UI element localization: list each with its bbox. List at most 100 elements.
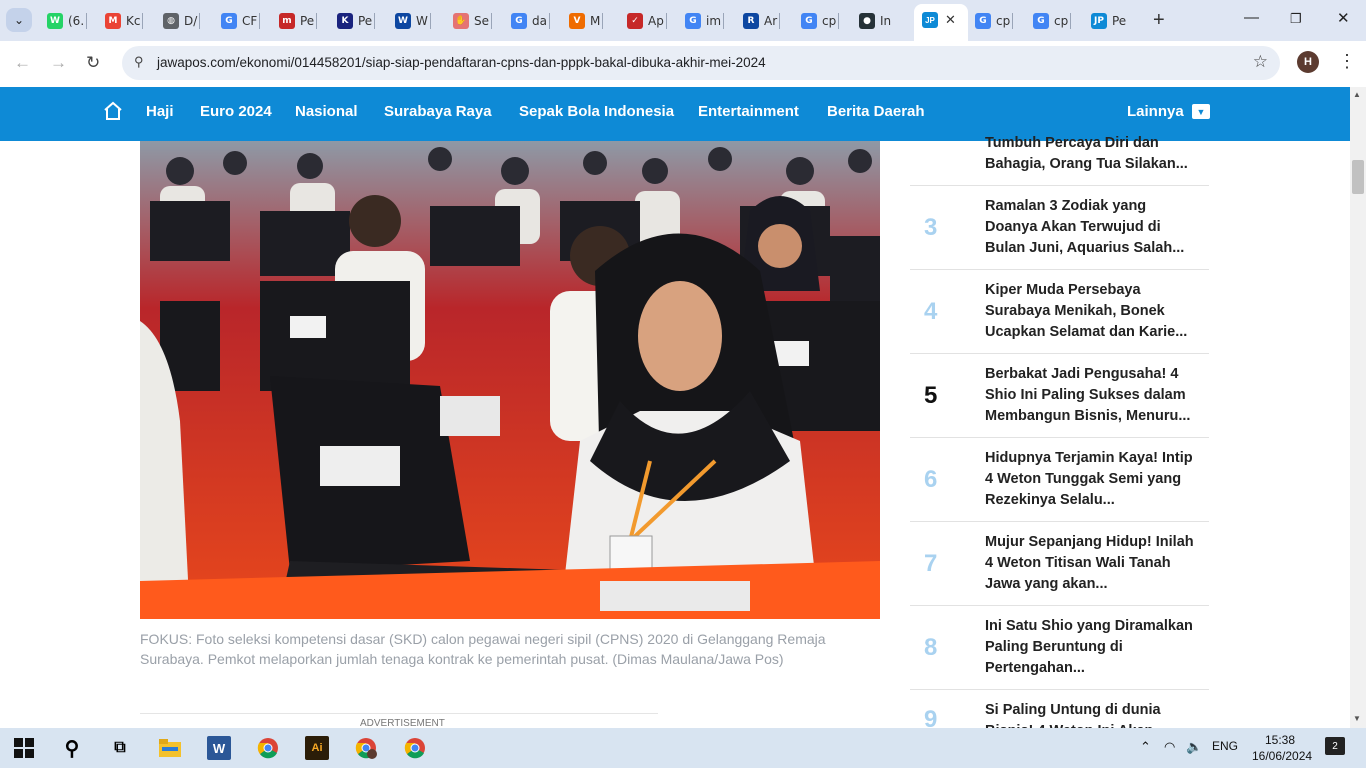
browser-tab[interactable]: G CF bbox=[221, 8, 261, 33]
volume-icon[interactable]: 🔈 bbox=[1186, 739, 1202, 755]
browser-tab[interactable]: Gcp bbox=[801, 8, 840, 33]
profile-avatar[interactable]: H bbox=[1297, 51, 1319, 73]
tab-separator bbox=[86, 13, 88, 29]
illustrator-icon[interactable]: Ai bbox=[305, 736, 329, 760]
windows-start-icon[interactable] bbox=[12, 736, 36, 760]
nav-item-surabaya-raya[interactable]: Surabaya Raya bbox=[384, 103, 492, 120]
home-icon[interactable] bbox=[103, 101, 123, 121]
nav-item-haji[interactable]: Haji bbox=[146, 103, 174, 120]
tab-title: cp bbox=[822, 13, 837, 28]
browser-tab[interactable]: VM bbox=[569, 8, 604, 33]
system-clock[interactable]: 15:38 16/06/2024 bbox=[1252, 732, 1312, 764]
word-icon[interactable]: W bbox=[207, 736, 231, 760]
trending-item[interactable]: 9 Si Paling Untung di dunia Bisnis! 4 We… bbox=[910, 690, 1209, 728]
reload-icon[interactable]: ↻ bbox=[86, 53, 100, 73]
clock-time: 15:38 bbox=[1264, 733, 1296, 747]
tab-title: (6. bbox=[68, 13, 85, 28]
photo-caption: FOKUS: Foto seleksi kompetensi dasar (SK… bbox=[140, 631, 826, 667]
tab-title: da bbox=[532, 13, 547, 28]
browser-tab[interactable]: ● In bbox=[859, 8, 891, 33]
browser-tab[interactable]: W (6. bbox=[47, 8, 88, 33]
chrome-icon[interactable] bbox=[256, 736, 280, 760]
trending-item[interactable]: 7 Mujur Sepanjang Hidup! Inilah 4 Weton … bbox=[910, 522, 1209, 606]
google-icon: G bbox=[685, 12, 701, 29]
browser-tab[interactable]: JP Pe bbox=[1091, 8, 1126, 33]
scroll-up-arrow-icon[interactable]: ▲ bbox=[1353, 90, 1361, 99]
trending-title[interactable]: Ramalan 3 Zodiak yang Doanya Akan Terwuj… bbox=[985, 196, 1199, 259]
scroll-down-arrow-icon[interactable]: ▼ bbox=[1353, 714, 1361, 723]
browser-tab[interactable]: ✓ Ap bbox=[627, 8, 667, 33]
browser-tab[interactable]: WW bbox=[395, 8, 431, 33]
trending-item[interactable]: 6 Hidupnya Terjamin Kaya! Intip 4 Weton … bbox=[910, 438, 1209, 522]
google-icon: G bbox=[801, 12, 817, 29]
trending-item-partial-title[interactable]: Tumbuh Percaya Diri dan Bahagia, Orang T… bbox=[985, 133, 1200, 175]
browser-tab[interactable]: M Kc bbox=[105, 8, 144, 33]
minimize-icon[interactable]: — bbox=[1244, 9, 1259, 26]
trending-item[interactable]: 5 Berbakat Jadi Pengusaha! 4 Shio Ini Pa… bbox=[910, 354, 1209, 438]
wifi-icon[interactable]: ◠ bbox=[1164, 739, 1175, 755]
browser-tab[interactable]: Gcp bbox=[1033, 8, 1072, 33]
trending-title[interactable]: Si Paling Untung di dunia Bisnis! 4 Weto… bbox=[985, 700, 1199, 728]
bookmark-star-icon[interactable]: ☆ bbox=[1253, 52, 1268, 72]
trending-rank: 8 bbox=[924, 634, 938, 661]
browser-tab[interactable]: Gda bbox=[511, 8, 550, 33]
browser-tab[interactable]: R Ar bbox=[743, 8, 781, 33]
chevron-down-icon[interactable]: ▼ bbox=[1192, 104, 1210, 119]
browser-tab[interactable]: ✋ Se bbox=[453, 8, 492, 33]
scrollbar-thumb[interactable] bbox=[1352, 160, 1364, 194]
tab-separator bbox=[142, 13, 144, 29]
nav-more-label[interactable]: Lainnya bbox=[1127, 103, 1184, 120]
browser-tab[interactable]: ◍ D/ bbox=[163, 8, 201, 33]
window-close-icon[interactable]: ✕ bbox=[1337, 9, 1350, 27]
notification-center-icon[interactable]: 2 bbox=[1325, 737, 1345, 755]
trending-title[interactable]: Ini Satu Shio yang Diramalkan Paling Ber… bbox=[985, 616, 1199, 679]
tab-separator bbox=[602, 13, 604, 29]
globe-icon: ◍ bbox=[163, 12, 179, 29]
tab-title: W bbox=[416, 13, 428, 28]
chrome-icon[interactable] bbox=[403, 736, 427, 760]
browser-tab[interactable]: m Pe bbox=[279, 8, 318, 33]
tab-search-button[interactable]: ⌄ bbox=[6, 8, 32, 32]
trending-item[interactable]: 8 Ini Satu Shio yang Diramalkan Paling B… bbox=[910, 606, 1209, 690]
trending-title[interactable]: Hidupnya Terjamin Kaya! Intip 4 Weton Tu… bbox=[985, 448, 1199, 511]
back-arrow-icon[interactable]: ← bbox=[14, 53, 31, 73]
trending-title[interactable]: Mujur Sepanjang Hidup! Inilah 4 Weton Ti… bbox=[985, 532, 1199, 595]
restore-icon[interactable]: ❐ bbox=[1290, 11, 1302, 27]
trending-item[interactable]: 3 Ramalan 3 Zodiak yang Doanya Akan Terw… bbox=[910, 186, 1209, 270]
nav-item-sepak-bola-indonesia[interactable]: Sepak Bola Indonesia bbox=[519, 103, 674, 120]
chrome-profile-icon[interactable] bbox=[354, 736, 378, 760]
address-bar[interactable]: ⚲ jawapos.com/ekonomi/014458201/siap-sia… bbox=[122, 46, 1280, 80]
trending-title[interactable]: Berbakat Jadi Pengusaha! 4 Shio Ini Pali… bbox=[985, 364, 1199, 427]
trending-item[interactable]: 4 Kiper Muda Persebaya Surabaya Menikah,… bbox=[910, 270, 1209, 354]
browser-tab[interactable]: Gim bbox=[685, 8, 725, 33]
nav-item-euro-2024[interactable]: Euro 2024 bbox=[200, 103, 272, 120]
nav-item-berita-daerah[interactable]: Berita Daerah bbox=[827, 103, 925, 120]
trending-title[interactable]: Kiper Muda Persebaya Surabaya Menikah, B… bbox=[985, 280, 1199, 343]
url-text[interactable]: jawapos.com/ekonomi/014458201/siap-siap-… bbox=[157, 55, 766, 70]
windows-taskbar: ⚲ ⧉ W Ai ⌃ ◠ 🔈 ENG 15:38 16/06/2024 2 bbox=[0, 728, 1366, 768]
trending-rank: 7 bbox=[924, 550, 938, 577]
forward-arrow-icon[interactable]: → bbox=[50, 53, 67, 73]
language-indicator[interactable]: ENG bbox=[1212, 739, 1238, 753]
browser-tab[interactable]: K Pe bbox=[337, 8, 376, 33]
site-v-icon: V bbox=[569, 12, 585, 29]
chevron-up-icon[interactable]: ⌃ bbox=[1140, 739, 1151, 755]
task-view-icon[interactable]: ⧉ bbox=[108, 736, 132, 760]
search-icon[interactable]: ⚲ bbox=[60, 736, 84, 760]
tab-title: Ap bbox=[648, 13, 664, 28]
tab-title: M bbox=[590, 13, 601, 28]
tab-separator bbox=[548, 13, 550, 29]
trending-rank: 4 bbox=[924, 298, 938, 325]
browser-menu-icon[interactable]: ⋮ bbox=[1338, 51, 1356, 72]
new-tab-button[interactable]: + bbox=[1153, 9, 1165, 32]
site-ro-icon: R bbox=[743, 12, 759, 29]
site-info-icon[interactable]: ⚲ bbox=[134, 54, 144, 70]
nav-item-entertainment[interactable]: Entertainment bbox=[698, 103, 799, 120]
tab-separator bbox=[374, 13, 376, 29]
file-explorer-icon[interactable] bbox=[158, 736, 182, 760]
nav-item-nasional[interactable]: Nasional bbox=[295, 103, 358, 120]
tab-separator bbox=[779, 13, 781, 29]
close-tab-icon[interactable]: ✕ bbox=[945, 12, 956, 28]
tab-title: cp bbox=[996, 13, 1011, 28]
browser-tab[interactable]: Gcp bbox=[975, 8, 1014, 33]
